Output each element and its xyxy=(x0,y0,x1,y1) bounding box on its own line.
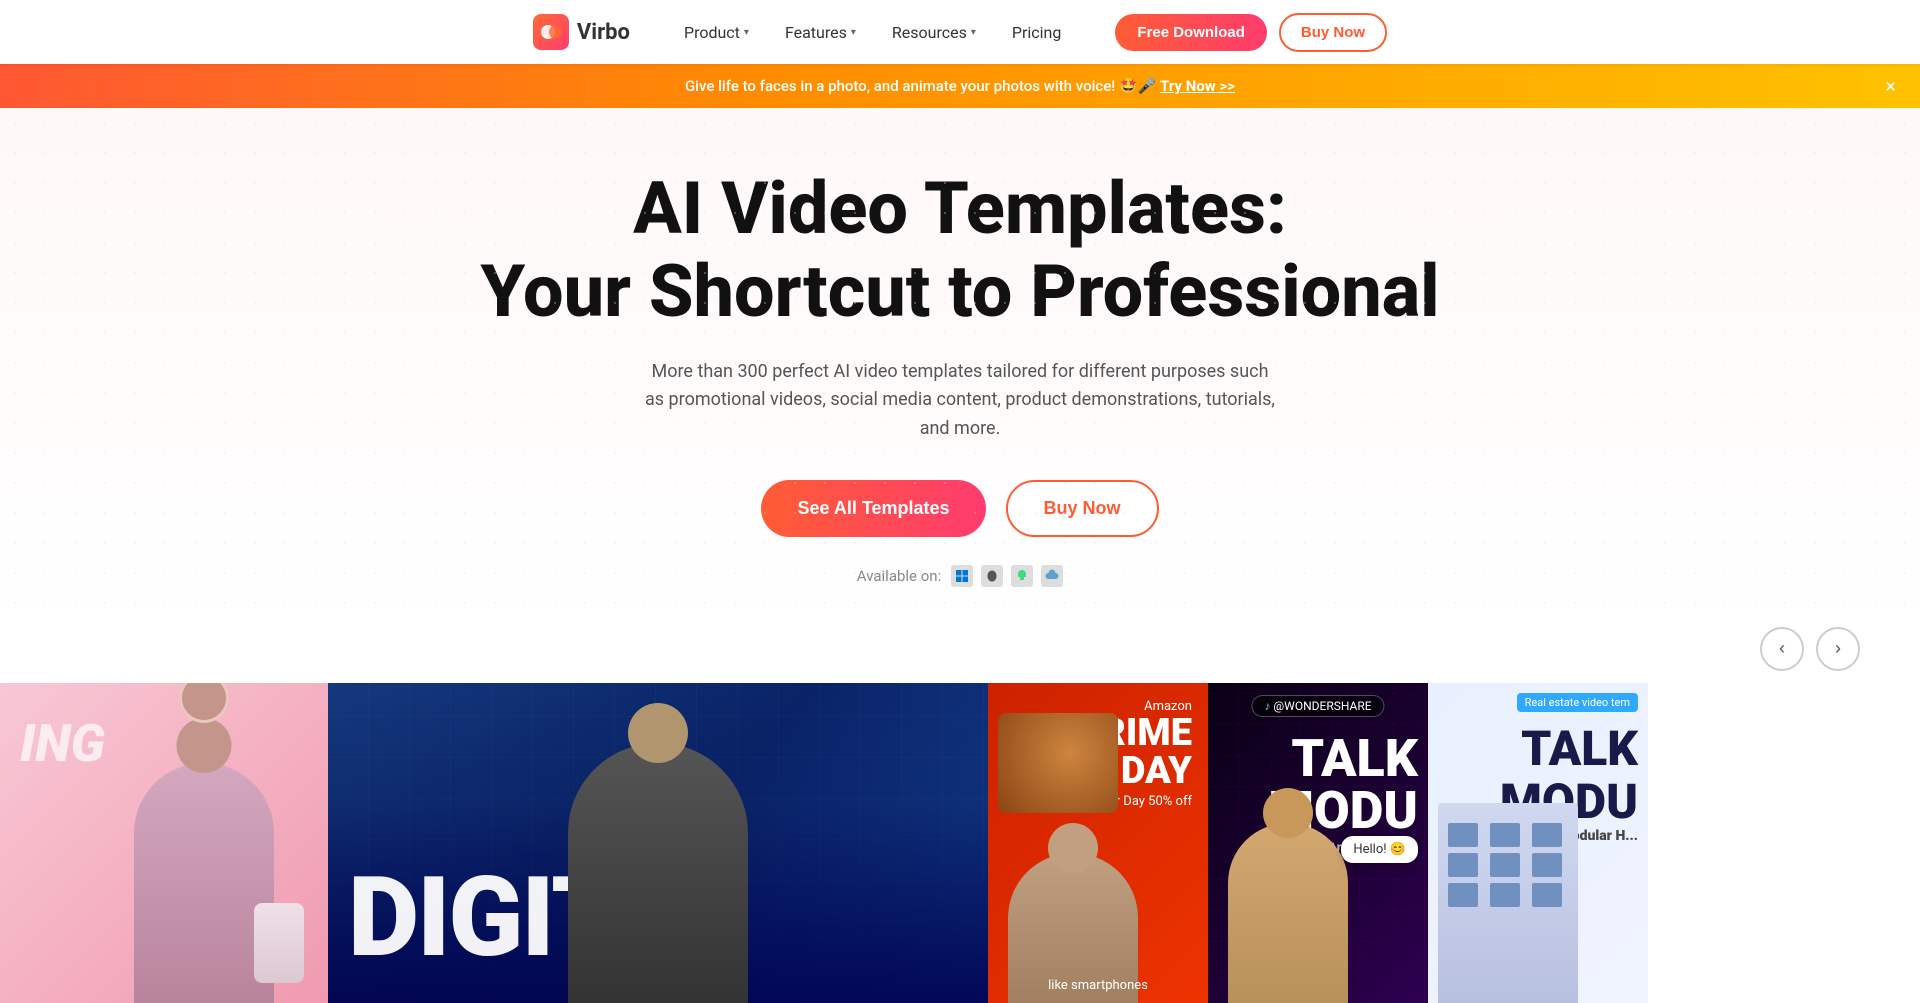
next-icon: › xyxy=(1835,638,1841,659)
hero-section: AI Video Templates: Your Shortcut to Pro… xyxy=(0,108,1920,627)
window-1 xyxy=(1448,823,1478,847)
card1-cing-text: ING xyxy=(20,713,105,774)
window-5 xyxy=(1490,853,1520,877)
nav-pricing[interactable]: Pricing xyxy=(998,15,1076,50)
nav-links: Product ▾ Features ▾ Resources ▾ Pricing xyxy=(670,15,1075,50)
product-chevron-icon: ▾ xyxy=(744,27,749,38)
android-icon xyxy=(1011,565,1033,587)
nav-actions: Free Download Buy Now xyxy=(1115,13,1387,52)
window-9 xyxy=(1532,883,1562,907)
window-2 xyxy=(1490,823,1520,847)
card3-headphone xyxy=(998,713,1118,813)
video-card-pink[interactable]: ING xyxy=(0,683,328,1003)
nav-product[interactable]: Product ▾ xyxy=(670,15,763,50)
nav-resources[interactable]: Resources ▾ xyxy=(878,15,990,50)
card2-figure xyxy=(568,743,748,1003)
video-card-digital[interactable]: DIGITAL xyxy=(328,683,988,1003)
announcement-text: Give life to faces in a photo, and anima… xyxy=(685,77,1235,95)
window-8 xyxy=(1490,883,1520,907)
carousel-next-button[interactable]: › xyxy=(1816,627,1860,671)
card4-person xyxy=(1228,803,1348,1003)
card5-line1: TALK xyxy=(1500,723,1638,776)
prev-icon: ‹ xyxy=(1779,638,1785,659)
card5-badge: Real estate video tem xyxy=(1517,693,1638,712)
windows-icon xyxy=(951,565,973,587)
carousel-prev-button[interactable]: ‹ xyxy=(1760,627,1804,671)
announcement-banner: Give life to faces in a photo, and anima… xyxy=(0,64,1920,108)
carousel-controls: ‹ › xyxy=(0,627,1920,683)
free-download-button[interactable]: Free Download xyxy=(1115,14,1267,51)
video-card-realestate[interactable]: Real estate video tem TALK MODU Are Modu… xyxy=(1428,683,1648,1003)
see-all-templates-button[interactable]: See All Templates xyxy=(761,480,985,537)
try-now-link[interactable]: Try Now >> xyxy=(1160,77,1235,95)
buy-now-hero-button[interactable]: Buy Now xyxy=(1006,480,1159,537)
ios-icon xyxy=(981,565,1003,587)
banner-close-button[interactable]: × xyxy=(1885,76,1896,96)
window-3 xyxy=(1532,823,1562,847)
card4-head xyxy=(1263,788,1313,838)
window-7 xyxy=(1448,883,1478,907)
navbar: Virbo Product ▾ Features ▾ Resources ▾ P… xyxy=(0,0,1920,64)
card4-talk-line1: TALK xyxy=(1268,733,1418,785)
hero-buttons: See All Templates Buy Now xyxy=(40,480,1880,537)
card3-bottom-label: like smartphones xyxy=(988,978,1208,993)
card5-windows xyxy=(1448,823,1568,907)
card4-figure xyxy=(1228,823,1348,1003)
logo[interactable]: Virbo xyxy=(533,14,630,50)
hero-subtitle: More than 300 perfect AI video templates… xyxy=(640,358,1280,444)
features-chevron-icon: ▾ xyxy=(851,27,856,38)
card2-head xyxy=(628,703,688,763)
platform-icons xyxy=(951,565,1063,587)
hero-title: AI Video Templates: Your Shortcut to Pro… xyxy=(40,168,1880,334)
logo-icon xyxy=(533,14,569,50)
window-4 xyxy=(1448,853,1478,877)
card2-person xyxy=(508,723,808,1003)
video-cards-row: ING DIGITAL Ama xyxy=(0,683,1920,1003)
card5-building xyxy=(1438,803,1578,1003)
video-card-tiktok[interactable]: ♪ @WONDERSHARE TALK MODU Are Modular H..… xyxy=(1208,683,1428,1003)
resources-chevron-icon: ▾ xyxy=(971,27,976,38)
video-card-prime[interactable]: Amazon PRIME DAY Member Day 50% off like… xyxy=(988,683,1208,1003)
card4-tag: ♪ @WONDERSHARE xyxy=(1251,695,1384,717)
card1-person xyxy=(104,723,304,1003)
nav-features[interactable]: Features ▾ xyxy=(771,15,870,50)
buy-now-nav-button[interactable]: Buy Now xyxy=(1279,13,1387,52)
card3-head xyxy=(1048,823,1098,873)
cloud-icon xyxy=(1041,565,1063,587)
card3-product xyxy=(998,713,1118,813)
window-6 xyxy=(1532,853,1562,877)
card4-chat-bubble: Hello! 😊 xyxy=(1341,836,1418,863)
logo-text: Virbo xyxy=(577,20,630,45)
available-on: Available on: xyxy=(40,565,1880,587)
